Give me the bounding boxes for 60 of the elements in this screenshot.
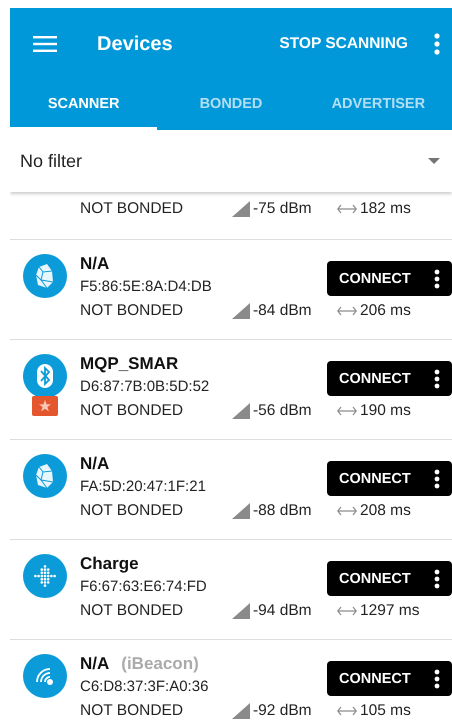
device-address: D6:87:7B:0B:5D:52 [80,378,210,397]
double-arrow-icon [337,706,357,716]
signal-icon [232,703,250,719]
bluetooth-icon [22,354,66,398]
connect-button[interactable]: CONNECT [327,361,452,396]
device-address: F5:86:5E:8A:D4:DB [80,278,212,297]
beacon-icon [22,654,66,698]
stone-icon [22,454,66,498]
advertising-interval: 206 ms [360,302,411,320]
double-arrow-icon [337,506,357,516]
advertising-interval: 1297 ms [360,602,420,620]
dot-grid-icon [22,554,66,598]
double-arrow-icon [337,606,357,616]
more-options-icon[interactable] [434,668,440,688]
more-options-icon[interactable] [434,368,440,388]
bond-status: NOT BONDED [80,502,184,520]
bond-status: NOT BONDED [80,602,184,620]
device-name: N/A [80,254,110,274]
menu-icon[interactable] [33,35,57,53]
device-name: N/A [80,454,110,474]
screen-title: Devices [97,32,174,56]
signal-strength: -84 dBm [253,302,313,320]
bond-status: NOT BONDED [80,702,184,720]
device-name: N/A [80,654,110,674]
device-type: (iBeacon) [121,654,199,674]
bond-status: NOT BONDED [80,302,184,320]
bond-status: NOT BONDED [80,402,184,420]
signal-icon [232,303,250,319]
signal-strength: -94 dBm [253,602,313,620]
double-arrow-icon [337,204,357,214]
device-address: FA:5D:20:47:1F:21 [80,478,206,497]
device-name: Charge [80,554,139,574]
dropdown-arrow-icon [428,158,440,164]
signal-icon [232,503,250,519]
device-address: F6:67:63:E6:74:FD [80,578,207,597]
signal-icon [232,201,250,217]
connect-button[interactable]: CONNECT [327,561,452,596]
signal-strength: -92 dBm [253,702,313,720]
connect-button[interactable]: CONNECT [327,461,452,496]
advertising-interval: 105 ms [360,702,411,720]
signal-icon [232,403,250,419]
double-arrow-icon [337,406,357,416]
more-options-icon[interactable] [434,568,440,588]
filter-dropdown[interactable]: No filter [10,130,452,192]
connect-button[interactable]: CONNECT [327,661,452,696]
double-arrow-icon [337,306,357,316]
device-address: C6:D8:37:3F:A0:36 [80,678,208,697]
more-options-icon[interactable] [434,468,440,488]
advertising-interval: 208 ms [360,502,411,520]
signal-strength: -88 dBm [253,502,313,520]
signal-strength: -56 dBm [253,402,313,420]
advertising-interval: 190 ms [360,402,411,420]
bond-status: NOT BONDED [80,200,184,218]
signal-strength: -75 dBm [253,200,313,218]
signal-icon [232,603,250,619]
advertising-interval: 182 ms [360,200,411,218]
stone-icon [22,254,66,298]
connect-button[interactable]: CONNECT [327,261,452,296]
more-options-icon[interactable] [434,268,440,288]
device-name: MQP_SMAR [80,354,178,374]
